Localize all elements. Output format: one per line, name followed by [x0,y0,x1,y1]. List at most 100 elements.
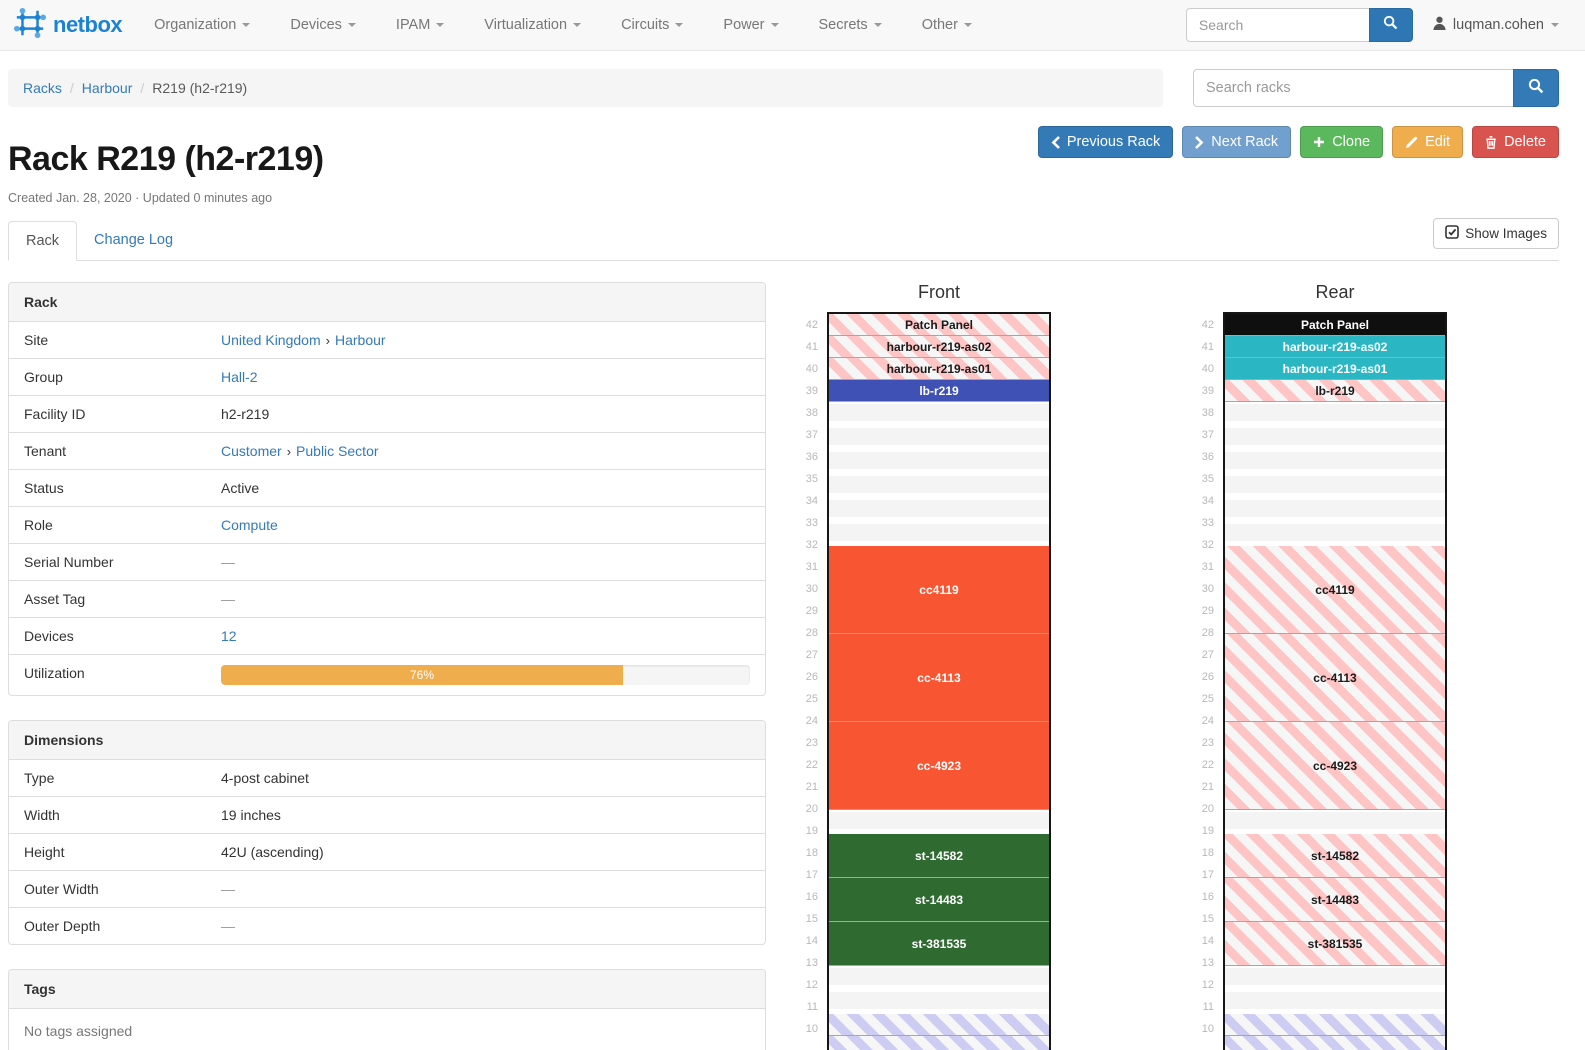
device-st-381535[interactable]: st-381535 [1225,922,1445,966]
user-menu[interactable]: luqman.cohen [1433,16,1559,34]
empty-unit [1225,404,1445,426]
link-customer[interactable]: Customer [221,443,282,459]
table-row: Devices12 [9,617,765,654]
unit-number: 29 [788,600,818,622]
unit-number: 36 [788,446,818,468]
chevron-down-icon [1551,23,1559,27]
device-cc-4113[interactable]: cc-4113 [829,634,1049,722]
device-harbour-r219-as02[interactable]: harbour-r219-as02 [829,336,1049,358]
global-search-button[interactable] [1369,8,1413,42]
device-cc4119[interactable]: cc4119 [1225,546,1445,634]
nav-menu-devices[interactable]: Devices [270,0,376,50]
row-value-site: United Kingdom›Harbour [206,322,765,358]
device-st-14483[interactable]: st-14483 [829,878,1049,922]
unit-number: 40 [1184,358,1214,380]
empty-unit [1225,500,1445,522]
device-lb-r219[interactable]: lb-r219 [1225,380,1445,402]
device-patch-panel[interactable]: Patch Panel [1225,314,1445,336]
next-rack-button[interactable]: Next Rack [1182,126,1291,158]
unit-number: 31 [788,556,818,578]
device-harbour-r219-as01[interactable]: harbour-r219-as01 [829,358,1049,380]
unit-number: 31 [1184,556,1214,578]
delete-button[interactable]: Delete [1472,126,1559,158]
device-lb-r219[interactable]: lb-r219 [829,380,1049,402]
unit-number: 17 [1184,864,1214,886]
unit-number: 16 [1184,886,1214,908]
front-rack: Patch Panelharbour-r219-as02harbour-r219… [827,312,1051,1050]
rack-search [1193,69,1559,107]
table-row: Serial Number— [9,543,765,580]
netbox-brand[interactable]: netbox [14,7,122,44]
device-st-14582[interactable]: st-14582 [829,834,1049,878]
nav-menu-other[interactable]: Other [902,0,992,50]
breadcrumb-item-racks[interactable]: Racks [23,80,62,96]
trash-icon [1485,136,1497,149]
nav-menu-virtualization[interactable]: Virtualization [464,0,601,50]
table-row: Outer Depth— [9,907,765,944]
nav-menu-secrets[interactable]: Secrets [799,0,902,50]
tags-panel: Tags No tags assigned [8,969,766,1050]
nav-menu-organization[interactable]: Organization [134,0,270,50]
unit-number: 36 [1184,446,1214,468]
chevron-down-icon [242,23,250,27]
device-st-14582[interactable]: st-14582 [1225,834,1445,878]
front-elevation-title: Front [827,282,1051,303]
device-cc-4923[interactable]: cc-4923 [1225,722,1445,810]
link-united-kingdom[interactable]: United Kingdom [221,332,321,348]
search-icon [1383,15,1398,35]
empty-unit [829,500,1049,522]
empty-unit [1225,812,1445,834]
pencil-icon [1405,136,1418,149]
show-images-button[interactable]: Show Images [1433,218,1559,249]
reserved-unit [1225,1036,1445,1050]
dimensions-panel: Dimensions Type4-post cabinetWidth19 inc… [8,720,766,945]
row-label-role: Role [9,507,206,543]
unit-number: 12 [1184,974,1214,996]
unit-number: 25 [788,688,818,710]
unit-number: 14 [788,930,818,952]
link-public-sector[interactable]: Public Sector [296,443,378,459]
nav-menu-circuits[interactable]: Circuits [601,0,703,50]
row-label-utilization: Utilization [9,655,206,695]
edit-button[interactable]: Edit [1392,126,1463,158]
clone-button[interactable]: Clone [1300,126,1383,158]
device-harbour-r219-as02[interactable]: harbour-r219-as02 [1225,336,1445,358]
rear-elevation-title: Rear [1223,282,1447,303]
unit-number: 25 [1184,688,1214,710]
link-harbour[interactable]: Harbour [335,332,386,348]
unit-number: 27 [788,644,818,666]
device-st-14483[interactable]: st-14483 [1225,878,1445,922]
rear-elevation: Rear 42414039383736353433323130292827262… [1184,282,1447,1050]
table-row: Type4-post cabinet [9,760,765,796]
row-value-devices: 12 [206,618,765,654]
row-label-width: Width [9,797,206,833]
device-cc-4923[interactable]: cc-4923 [829,722,1049,810]
link-12[interactable]: 12 [221,628,237,644]
global-search-input[interactable] [1186,8,1369,42]
nav-menu-ipam[interactable]: IPAM [376,0,464,50]
unit-number: 32 [1184,534,1214,556]
rack-search-button[interactable] [1513,69,1559,107]
chevron-down-icon [675,23,683,27]
breadcrumb-item-harbour[interactable]: Harbour [82,80,133,96]
empty-unit [1225,452,1445,474]
chevron-down-icon [771,23,779,27]
device-harbour-r219-as01[interactable]: harbour-r219-as01 [1225,358,1445,380]
tab-change-log[interactable]: Change Log [77,221,190,261]
link-hall-2[interactable]: Hall-2 [221,369,258,385]
rack-search-input[interactable] [1193,69,1513,107]
row-label-serial-number: Serial Number [9,544,206,580]
nav-menu-power[interactable]: Power [703,0,798,50]
table-row: StatusActive [9,469,765,506]
device-st-381535[interactable]: st-381535 [829,922,1049,966]
device-patch-panel[interactable]: Patch Panel [829,314,1049,336]
empty-unit [829,992,1049,1014]
device-cc-4113[interactable]: cc-4113 [1225,634,1445,722]
unit-number: 20 [788,798,818,820]
link-compute[interactable]: Compute [221,517,278,533]
tab-rack[interactable]: Rack [8,221,77,261]
value-text: 19 inches [221,807,281,823]
unit-number: 39 [788,380,818,402]
device-cc4119[interactable]: cc4119 [829,546,1049,634]
previous-rack-button[interactable]: Previous Rack [1038,126,1173,158]
